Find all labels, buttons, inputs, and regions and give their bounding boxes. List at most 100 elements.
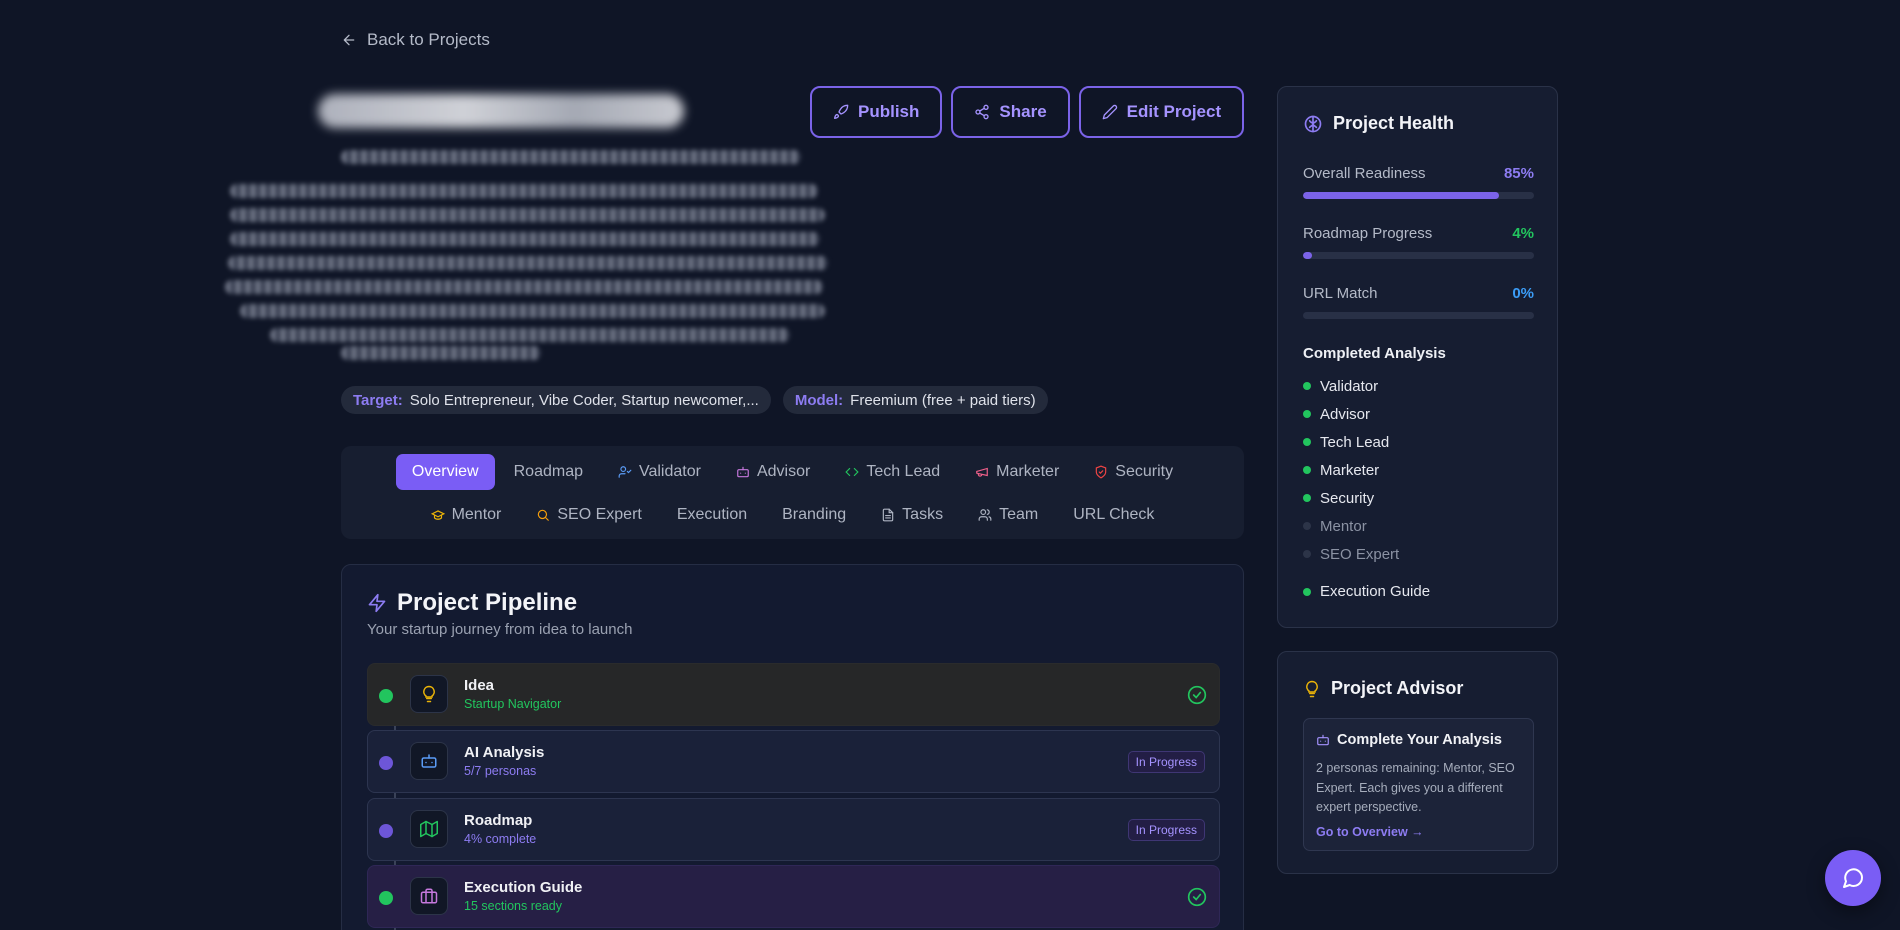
megaphone-icon (975, 465, 989, 479)
stage-name: Execution Guide (464, 879, 583, 896)
go-to-overview-link[interactable]: Go to Overview → (1316, 825, 1424, 839)
stage-status-dot (379, 756, 393, 770)
completed-analysis-title: Completed Analysis (1303, 345, 1446, 362)
brain-icon (1303, 114, 1323, 134)
publish-button[interactable]: Publish (810, 86, 943, 138)
graduation-cap-icon (430, 508, 445, 522)
health-title: Project Health (1333, 113, 1455, 133)
shield-icon (1094, 465, 1108, 479)
list-item: Security (1303, 484, 1399, 512)
stage-status-dot (379, 689, 393, 703)
stage-status-dot (379, 891, 393, 905)
tab-tech-lead[interactable]: Tech Lead (829, 454, 956, 490)
in-progress-badge: In Progress (1127, 751, 1205, 773)
pipeline-subtitle: Your startup journey from idea to launch (367, 621, 633, 638)
in-progress-badge: In Progress (1127, 819, 1205, 841)
publish-label: Publish (858, 102, 920, 121)
tab-team[interactable]: Team (962, 497, 1054, 533)
tab-overview[interactable]: Overview (395, 454, 495, 490)
users-icon (978, 508, 992, 522)
stage-meta: 5/7 personas (464, 764, 537, 778)
project-pipeline: Project Pipeline Your startup journey fr… (341, 564, 1244, 930)
bot-icon (736, 465, 750, 479)
metric-url-match: URL Match 0% (1303, 285, 1534, 319)
tab-execution[interactable]: Execution (661, 497, 763, 533)
pipeline-stage-idea[interactable]: Idea Startup Navigator (367, 663, 1220, 726)
tab-validator[interactable]: Validator (602, 454, 717, 490)
model-pill: Model: Freemium (free + paid tiers) (782, 386, 1048, 414)
edit-project-button[interactable]: Edit Project (1078, 86, 1245, 138)
tab-advisor[interactable]: Advisor (720, 454, 826, 490)
project-actions: Publish Share Edit Project (810, 86, 1245, 138)
tab-roadmap[interactable]: Roadmap (498, 454, 599, 490)
list-item: Advisor (1303, 400, 1399, 428)
target-pill: Target: Solo Entrepreneur, Vibe Coder, S… (341, 386, 771, 414)
back-to-projects-link[interactable]: Back to Projects (341, 30, 490, 50)
progress-bar (1303, 252, 1534, 259)
share-button[interactable]: Share (951, 86, 1070, 138)
tab-seo-expert[interactable]: SEO Expert (520, 497, 657, 533)
advice-title: Complete Your Analysis (1337, 732, 1502, 748)
check-circle-icon (1187, 685, 1207, 705)
check-circle-icon (1187, 887, 1207, 907)
lightbulb-icon (1303, 679, 1321, 699)
project-advisor-card: Project Advisor Complete Your Analysis 2… (1277, 651, 1558, 874)
lightbulb-icon (410, 675, 448, 713)
search-icon (536, 508, 550, 522)
metric-overall-readiness: Overall Readiness 85% (1303, 165, 1534, 199)
code-icon (845, 465, 859, 479)
stage-meta: 15 sections ready (464, 899, 562, 913)
project-tabs: Overview Roadmap Validator Advisor Tech … (341, 446, 1244, 539)
advice-box: Complete Your Analysis 2 personas remain… (1303, 718, 1534, 851)
stage-name: Idea (464, 677, 495, 694)
model-value: Freemium (free + paid tiers) (850, 391, 1036, 409)
share-label: Share (999, 102, 1047, 121)
tab-security[interactable]: Security (1078, 454, 1189, 490)
pipeline-stage-ai-analysis[interactable]: AI Analysis 5/7 personas In Progress (367, 730, 1220, 793)
stage-name: Roadmap (464, 812, 533, 829)
chat-button[interactable] (1825, 850, 1881, 906)
rocket-icon (833, 104, 849, 120)
pipeline-stage-roadmap[interactable]: Roadmap 4% complete In Progress (367, 798, 1220, 861)
briefcase-icon (410, 877, 448, 915)
stage-name: AI Analysis (464, 744, 545, 761)
project-health-card: Project Health Overall Readiness 85% Roa… (1277, 86, 1558, 628)
target-key: Target: (353, 391, 403, 409)
metric-roadmap-progress: Roadmap Progress 4% (1303, 225, 1534, 259)
list-item: Mentor (1303, 512, 1399, 540)
analysis-list: Validator Advisor Tech Lead Marketer Sec… (1303, 372, 1399, 568)
user-check-icon (618, 465, 632, 479)
stage-status-dot (379, 824, 393, 838)
tab-mentor[interactable]: Mentor (415, 497, 518, 533)
pipeline-title: Project Pipeline (397, 589, 578, 616)
progress-bar (1303, 192, 1534, 199)
tab-tasks[interactable]: Tasks (865, 497, 959, 533)
advisor-title: Project Advisor (1331, 678, 1464, 698)
advice-text: 2 personas remaining: Mentor, SEO Expert… (1316, 761, 1515, 814)
message-circle-icon (1841, 866, 1865, 890)
stage-meta: 4% complete (464, 832, 537, 846)
stage-meta: Startup Navigator (464, 697, 562, 711)
list-item: SEO Expert (1303, 540, 1399, 568)
execution-guide-item: Execution Guide (1303, 583, 1430, 600)
back-label: Back to Projects (367, 30, 490, 49)
share-icon (974, 104, 990, 120)
arrow-left-icon (341, 32, 357, 48)
model-key: Model: (794, 391, 844, 409)
list-item: Marketer (1303, 456, 1399, 484)
tab-marketer[interactable]: Marketer (959, 454, 1075, 490)
pencil-icon (1102, 104, 1118, 120)
edit-label: Edit Project (1126, 102, 1222, 121)
tab-branding[interactable]: Branding (766, 497, 862, 533)
list-item: Tech Lead (1303, 428, 1399, 456)
pipeline-stage-execution-guide[interactable]: Execution Guide 15 sections ready (367, 865, 1220, 928)
tab-url-check[interactable]: URL Check (1057, 497, 1170, 533)
project-tags: Target: Solo Entrepreneur, Vibe Coder, S… (341, 386, 1048, 414)
progress-bar (1303, 312, 1534, 319)
target-value: Solo Entrepreneur, Vibe Coder, Startup n… (409, 391, 759, 409)
file-text-icon (881, 508, 895, 522)
bot-icon (410, 742, 448, 780)
zap-icon (367, 592, 387, 614)
bot-icon (1316, 733, 1330, 747)
list-item: Validator (1303, 372, 1399, 400)
